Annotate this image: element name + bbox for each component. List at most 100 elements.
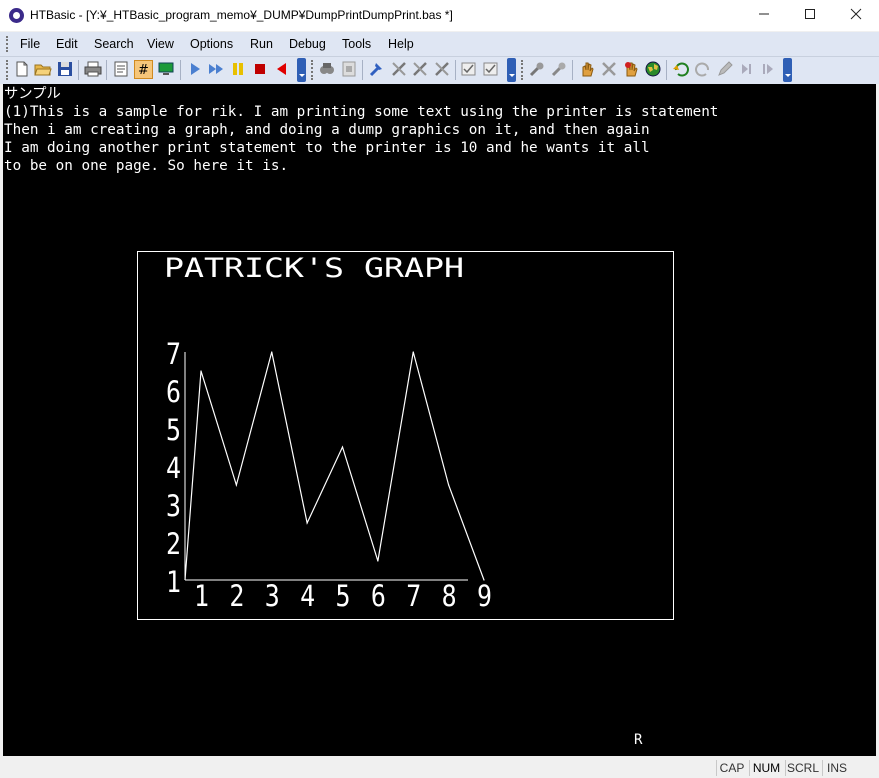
toolbar-separator (78, 60, 79, 80)
edit-button[interactable] (716, 60, 734, 78)
menu-view[interactable]: View (147, 37, 174, 51)
print-icon (84, 61, 102, 77)
toolbar-grip[interactable] (6, 60, 11, 80)
series-polyline (184, 351, 485, 581)
minimize-button[interactable] (741, 0, 787, 31)
status-ins: INS (822, 760, 851, 776)
close-icon (850, 8, 862, 20)
data-point (271, 351, 273, 353)
title-bar: HTBasic - [Y:¥_HTBasic_program_memo¥_DUM… (0, 0, 879, 31)
y-tick-label: 1 (166, 565, 181, 599)
toolbar-separator (362, 60, 363, 80)
x-tick-label: 3 (265, 579, 280, 613)
hand-button[interactable] (578, 60, 596, 78)
new-file-button[interactable] (13, 60, 31, 78)
tools-x-icon (602, 62, 616, 76)
menu-run[interactable]: Run (250, 37, 273, 51)
toolbar-overflow-button[interactable] (297, 58, 306, 82)
menu-options[interactable]: Options (190, 37, 233, 51)
menu-help[interactable]: Help (388, 37, 414, 51)
redo-button[interactable] (694, 60, 712, 78)
toolbar-overflow-button[interactable] (507, 58, 516, 82)
open-folder-button[interactable] (34, 60, 52, 78)
toolbar-separator (572, 60, 573, 80)
globe-button[interactable] (644, 60, 662, 78)
menu-bar: File Edit Search View Options Run Debug … (0, 32, 879, 57)
svg-text:#: # (138, 63, 149, 78)
fast-forward-icon (209, 64, 223, 74)
toolbar-separator (455, 60, 456, 80)
close-button[interactable] (833, 0, 879, 31)
back-icon (277, 63, 286, 75)
hammer-button[interactable] (368, 60, 386, 78)
hash-button[interactable]: # (134, 60, 153, 79)
stop-button[interactable] (251, 60, 269, 78)
step-over-icon (763, 64, 773, 74)
tools-cross-button[interactable] (411, 60, 429, 78)
menu-tools[interactable]: Tools (342, 37, 371, 51)
data-point (306, 522, 308, 524)
maximize-button[interactable] (787, 0, 833, 31)
tools-x-button[interactable] (600, 60, 618, 78)
y-tick-label: 6 (166, 375, 181, 409)
checklist-button[interactable] (460, 60, 478, 78)
output-screen[interactable]: サンプル (1)This is a sample for rik. I am p… (3, 84, 876, 756)
toolbar-separator (106, 60, 107, 80)
tools-alt-button[interactable] (433, 60, 451, 78)
wrench-alt-button[interactable] (550, 60, 568, 78)
menu-search[interactable]: Search (94, 37, 134, 51)
x-tick-label: 6 (371, 579, 386, 613)
minimize-icon (759, 13, 769, 15)
new-file-icon (16, 61, 28, 77)
print-button[interactable] (84, 60, 102, 78)
toolbar-overflow-button[interactable] (783, 58, 792, 82)
back-button[interactable] (273, 60, 291, 78)
stop-icon (255, 64, 265, 74)
data-point (235, 484, 237, 486)
x-tick-label: 2 (229, 579, 244, 613)
run-button[interactable] (186, 60, 204, 78)
checklist-alt-icon (483, 62, 498, 76)
data-point (341, 446, 344, 448)
fast-forward-button[interactable] (207, 60, 225, 78)
menubar-grip[interactable] (6, 36, 11, 52)
run-icon (191, 63, 200, 75)
redo-icon (695, 62, 709, 77)
wrench-icon (529, 62, 544, 77)
tools-button[interactable] (390, 60, 408, 78)
tools-cross-icon (413, 62, 427, 76)
checklist-icon (461, 62, 476, 76)
y-tick-label: 3 (166, 489, 181, 523)
step-over-button[interactable] (760, 60, 778, 78)
undo-icon (673, 62, 689, 77)
menu-file[interactable]: File (20, 37, 40, 51)
hammer-icon (369, 63, 382, 77)
display-button[interactable] (157, 60, 175, 78)
checklist-alt-button[interactable] (482, 60, 500, 78)
menu-edit[interactable]: Edit (56, 37, 78, 51)
edit-icon (718, 61, 733, 76)
notes-button[interactable] (112, 60, 130, 78)
x-tick-label: 8 (442, 579, 457, 613)
save-icon (58, 62, 72, 76)
wrench-button[interactable] (528, 60, 546, 78)
hand-red-button[interactable] (622, 60, 640, 78)
undo-button[interactable] (672, 60, 690, 78)
replace-button[interactable] (340, 60, 358, 78)
y-tick-label: 5 (166, 413, 181, 447)
x-tick-label: 9 (477, 579, 492, 613)
y-tick-labels: 1 2 3 4 5 6 7 (166, 337, 181, 599)
pause-icon (233, 63, 243, 75)
patricks-graph: PATRICK'S GRAPH 1234567 123456789 (137, 251, 674, 620)
pause-button[interactable] (229, 60, 247, 78)
status-num: NUM (749, 760, 783, 776)
toolbar-grip[interactable] (521, 60, 526, 80)
data-series-line (184, 351, 485, 581)
menu-debug[interactable]: Debug (289, 37, 326, 51)
x-tick-label: 7 (406, 579, 421, 613)
toolbar-grip[interactable] (311, 60, 316, 80)
save-button[interactable] (56, 60, 74, 78)
find-button[interactable] (318, 60, 336, 78)
step-button[interactable] (738, 60, 756, 78)
data-point (200, 370, 202, 372)
